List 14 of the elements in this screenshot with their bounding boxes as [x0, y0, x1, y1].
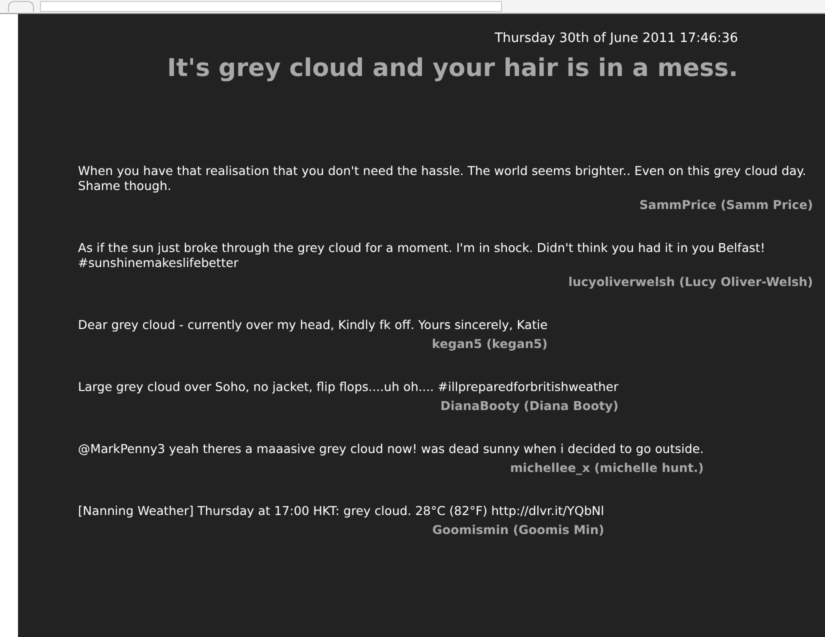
tweet-text: @MarkPenny3 yeah theres a maaasive grey cloud now! was dead sunny when i decided to go outside.	[78, 442, 704, 457]
tweet-text: As if the sun just broke through the grey cloud for a moment. I'm in shock. Didn't think you had it in you Belfast! #sunshinemakeslifebetter	[78, 241, 766, 271]
tweet-text: When you have that realisation that you don't need the hassle. The world seems brighter.. Even on this grey cloud day. Shame though.	[78, 164, 808, 194]
tweet-author: michellee_x (michelle hunt.)	[510, 460, 704, 477]
tweet-text: Large grey cloud over Soho, no jacket, flip flops....uh oh.... #illpreparedforbritishweather	[78, 380, 618, 395]
date-time: Thursday 30th of June 2011 17:46:36	[494, 31, 738, 46]
tweet-text: Dear grey cloud - currently over my head, Kindly fk off. Yours sincerely, Katie	[78, 318, 548, 333]
headline: It's grey cloud and your hair is in a mess.	[167, 53, 738, 82]
tweet-author: kegan5 (kegan5)	[432, 336, 548, 353]
tweet-author: DianaBooty (Diana Booty)	[440, 398, 618, 415]
tweet-author: Goomismin (Goomis Min)	[432, 522, 604, 539]
tweet-text: [Nanning Weather] Thursday at 17:00 HKT: grey cloud. 28°C (82°F) http://dlvr.it/YQbNl	[78, 504, 604, 519]
tweet-author: SammPrice (Samm Price)	[639, 197, 813, 214]
tweet-author: lucyoliverwelsh (Lucy Oliver-Welsh)	[568, 274, 813, 291]
